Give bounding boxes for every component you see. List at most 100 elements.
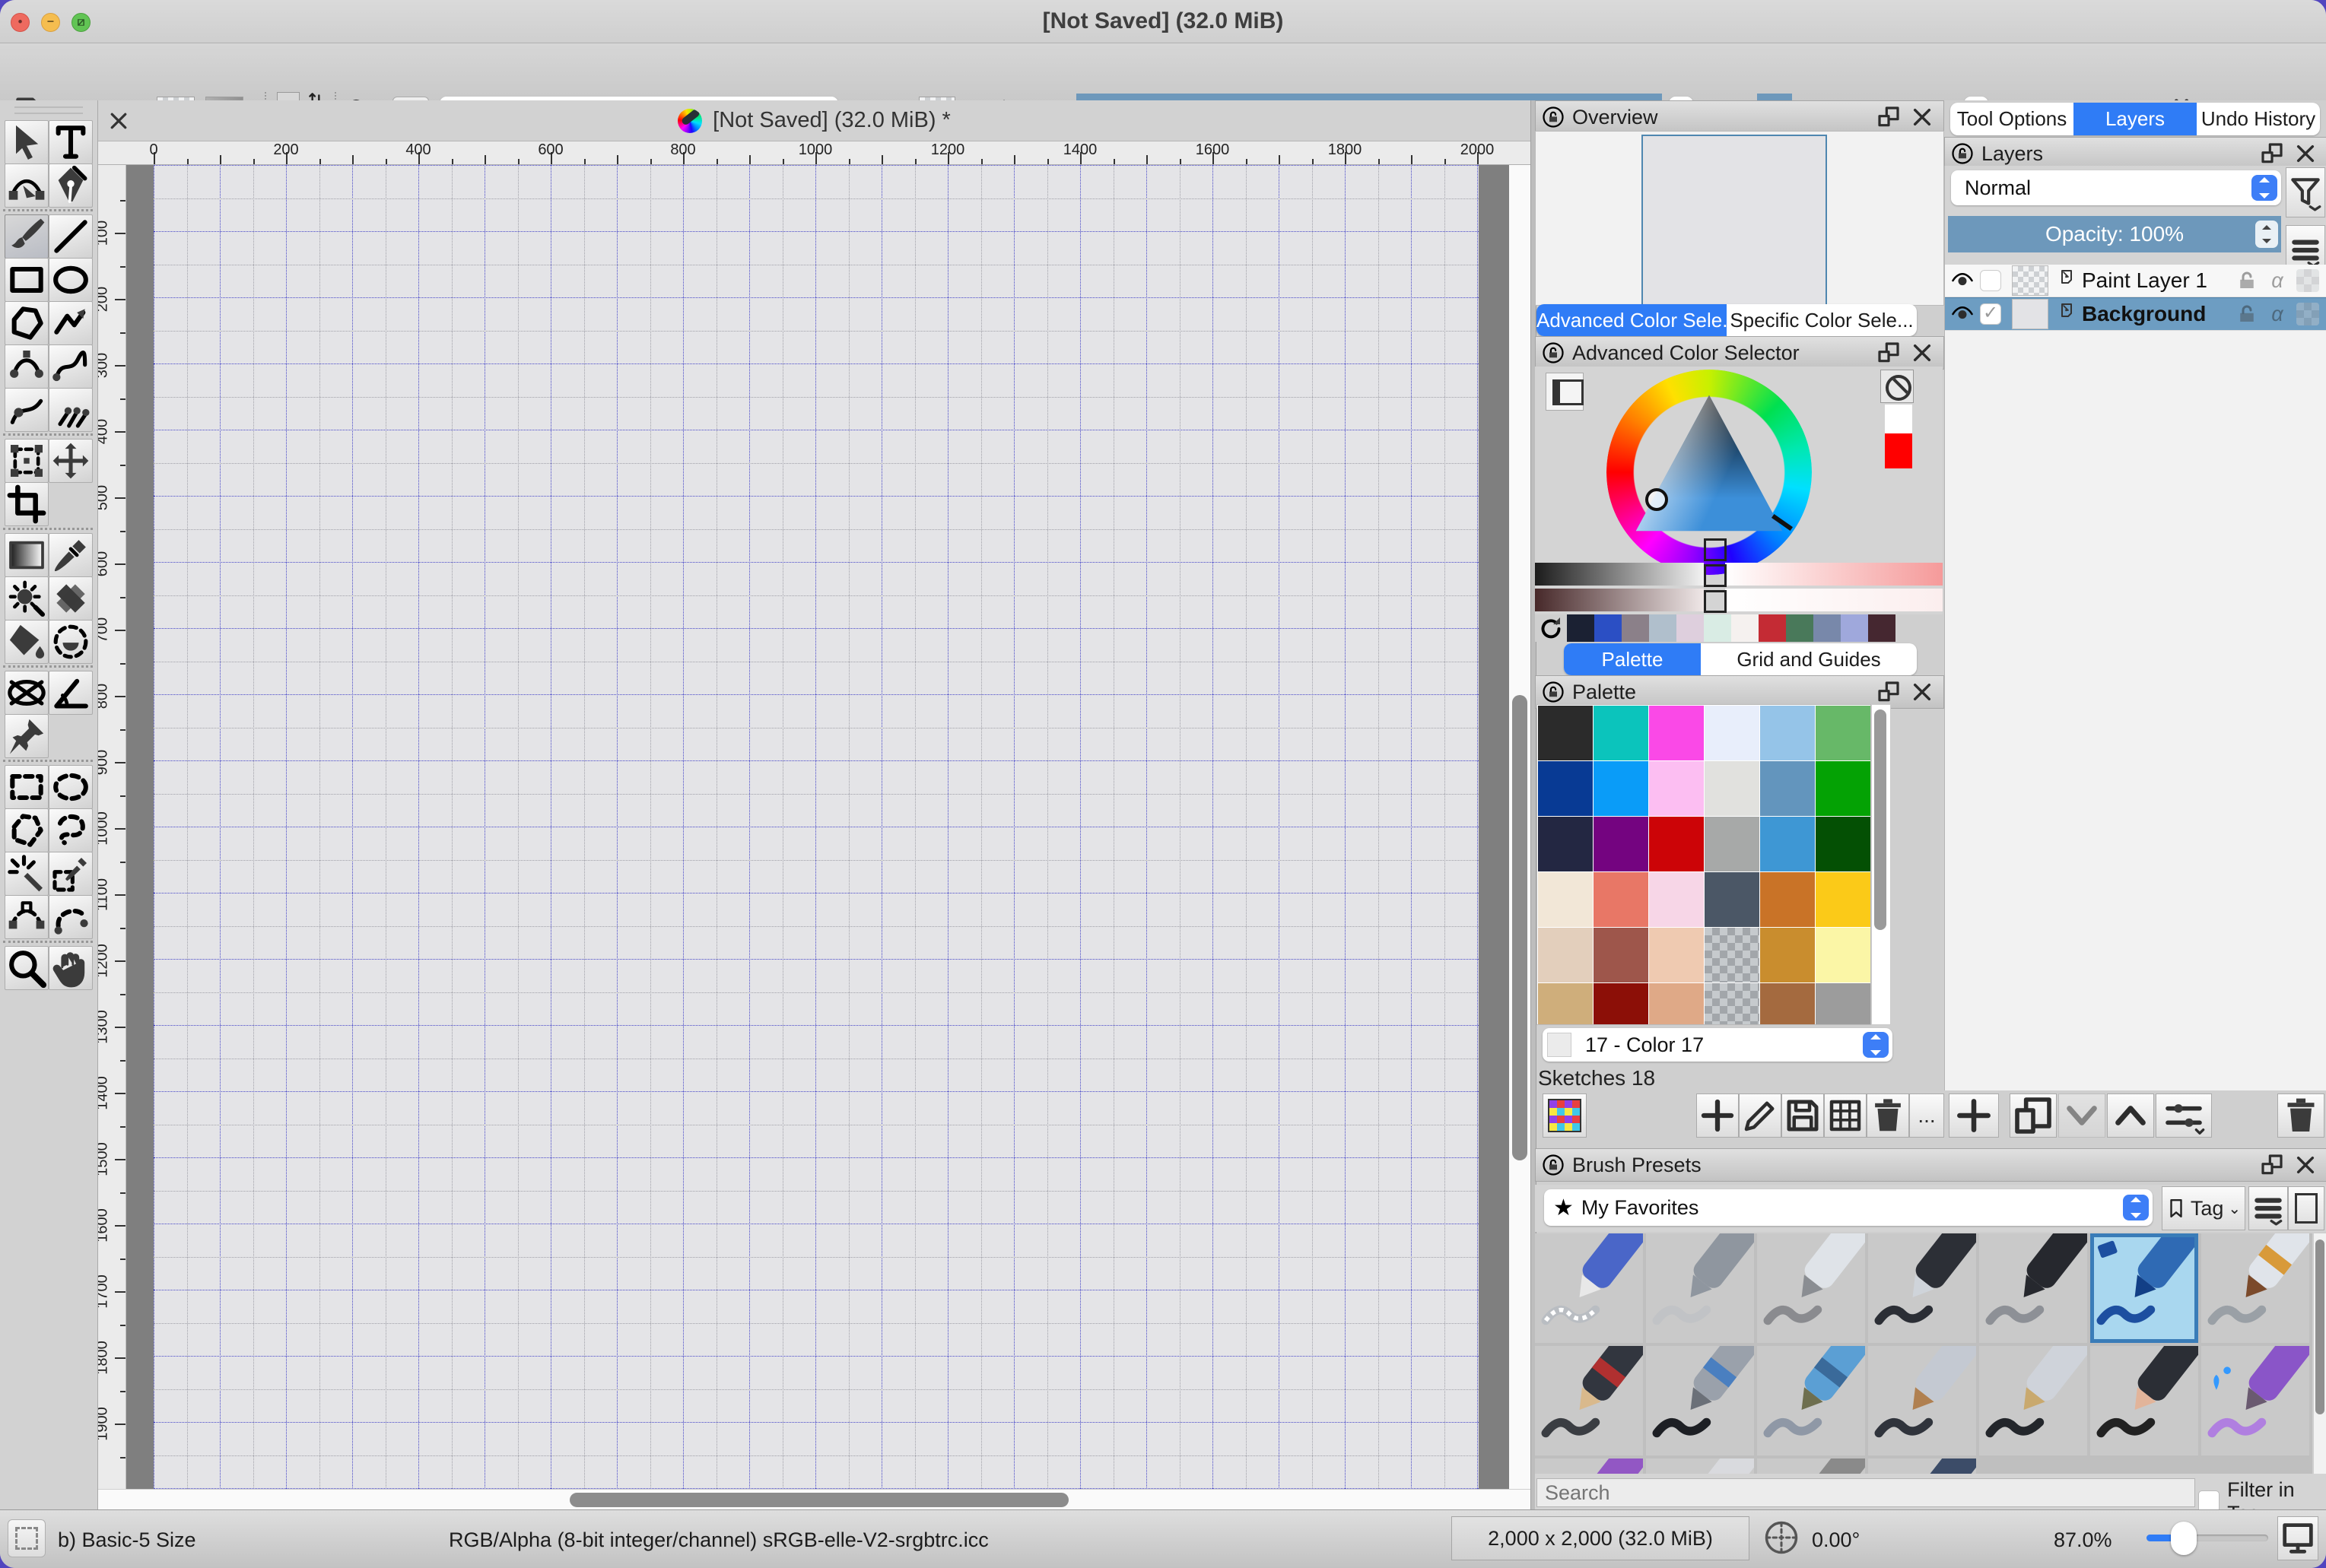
shade-gradient-bar[interactable] — [1535, 589, 1704, 611]
brush-preset-tile[interactable] — [1868, 1458, 1976, 1474]
history-color-swatch[interactable] — [1622, 614, 1649, 642]
layer-lock-icon[interactable] — [2235, 303, 2258, 325]
close-docker-icon[interactable] — [1910, 341, 1934, 365]
layer-blend-mode-dropdown[interactable]: Normal — [1951, 170, 2281, 205]
layer-alpha-icon[interactable]: α — [2266, 269, 2289, 292]
close-docker-icon[interactable] — [2293, 141, 2318, 166]
brush-preset-tile[interactable] — [1535, 1346, 1643, 1455]
palette-swatch[interactable] — [1760, 817, 1815, 871]
history-color-swatch[interactable] — [1704, 614, 1731, 642]
edit-palette-button[interactable] — [1739, 1093, 1781, 1138]
palette-swatch[interactable] — [1649, 872, 1704, 927]
palette-swatch[interactable] — [1816, 817, 1870, 871]
tool-patterns[interactable] — [5, 576, 49, 621]
brush-preset-tile[interactable] — [2090, 1346, 2198, 1455]
palette-swatch[interactable] — [1649, 761, 1704, 816]
layer-opacity-slider[interactable]: Opacity: 100% — [1948, 216, 2281, 252]
tool-similar-color-selection[interactable] — [49, 852, 93, 896]
palette-swatch[interactable] — [1816, 983, 1870, 1025]
brush-preset-tile[interactable] — [1757, 1346, 1865, 1455]
layer-checkbox[interactable] — [1980, 270, 2001, 291]
tool-bezier-curve[interactable] — [5, 344, 49, 389]
gradient-handle[interactable] — [1704, 564, 1727, 587]
palette-swatch[interactable] — [1594, 983, 1648, 1025]
presets-menu-button[interactable] — [2248, 1186, 2288, 1230]
delete-layer-button[interactable] — [2277, 1093, 2324, 1138]
tool-zoom[interactable] — [5, 946, 49, 990]
tint-gradient-bar[interactable] — [1725, 563, 1943, 586]
brush-preset-tile[interactable] — [1535, 1233, 1643, 1343]
palette-grid-button[interactable] — [1824, 1093, 1867, 1138]
save-palette-button[interactable] — [1781, 1093, 1824, 1138]
more-options-button[interactable]: ... — [1909, 1093, 1944, 1138]
tool-multibrush[interactable] — [49, 388, 93, 432]
close-docker-icon[interactable] — [1910, 105, 1934, 129]
palette-swatch[interactable] — [1760, 872, 1815, 927]
palette-swatch[interactable] — [1705, 761, 1759, 816]
history-color-swatch[interactable] — [1649, 614, 1676, 642]
gray-gradient-bar[interactable] — [1535, 563, 1704, 586]
palette-swatch[interactable] — [1649, 817, 1704, 871]
tool-elliptical-selection[interactable] — [49, 765, 93, 809]
tool-line[interactable] — [49, 214, 93, 259]
float-docker-icon[interactable] — [1876, 105, 1901, 129]
tag-button[interactable]: Tag ⌄ — [2162, 1186, 2245, 1230]
brush-preset-tile[interactable] — [1757, 1458, 1865, 1474]
lock-icon[interactable] — [1542, 1154, 1565, 1176]
tool-rectangle[interactable] — [5, 258, 49, 302]
tool-reference-images[interactable] — [5, 714, 49, 758]
tool-color-sampler[interactable] — [49, 533, 93, 577]
brush-preset-tile[interactable] — [2201, 1233, 2309, 1343]
tab-grid-and-guides[interactable]: Grid and Guides — [1701, 643, 1917, 675]
history-color-swatch[interactable] — [1868, 614, 1895, 642]
lock-icon[interactable] — [1542, 681, 1565, 703]
layer-filter-button[interactable] — [2286, 167, 2325, 217]
history-color-swatch[interactable] — [1594, 614, 1622, 642]
palette-color-dropdown[interactable]: 17 - Color 17 — [1543, 1028, 1892, 1062]
brush-preset-tile[interactable] — [1979, 1346, 2087, 1455]
palette-swatch[interactable] — [1816, 761, 1870, 816]
brush-preset-tile[interactable] — [1646, 1346, 1754, 1455]
palette-swatch[interactable] — [1816, 928, 1870, 982]
palette-swatch[interactable] — [1594, 928, 1648, 982]
layer-row-paint-layer-1[interactable]: Paint Layer 1 α — [1945, 265, 2326, 297]
lock-icon[interactable] — [1542, 341, 1565, 364]
choose-palette-button[interactable] — [1543, 1093, 1587, 1138]
tab-tool-options[interactable]: Tool Options — [1950, 103, 2073, 135]
palette-swatch[interactable] — [1705, 817, 1759, 871]
tool-rectangular-selection[interactable] — [5, 765, 49, 809]
tab-undo-history[interactable]: Undo History — [2197, 103, 2320, 135]
close-docker-icon[interactable] — [1910, 680, 1934, 704]
add-swatch-button[interactable] — [1696, 1093, 1739, 1138]
brush-preset-tile[interactable] — [2090, 1233, 2198, 1343]
palette-swatch[interactable] — [1538, 928, 1593, 982]
overview-preview-area[interactable] — [1535, 131, 1944, 306]
palette-swatch[interactable] — [1594, 761, 1648, 816]
brush-preset-tile[interactable] — [1646, 1458, 1754, 1474]
palette-swatch[interactable] — [1538, 872, 1593, 927]
tool-freehand-brush[interactable] — [5, 214, 49, 259]
brush-preset-tile[interactable] — [1868, 1233, 1976, 1343]
canvas-horizontal-scrollbar[interactable] — [98, 1489, 1530, 1510]
color-strip[interactable] — [1885, 405, 1912, 468]
rotation-compass-icon[interactable] — [1762, 1518, 1801, 1557]
history-color-swatch[interactable] — [1676, 614, 1704, 642]
inherit-alpha-icon[interactable] — [2296, 303, 2319, 325]
tool-enclose-and-fill[interactable] — [49, 620, 93, 664]
brush-preset-tile[interactable] — [1757, 1233, 1865, 1343]
tool-select-shapes[interactable] — [5, 120, 49, 164]
palette-swatch[interactable] — [1705, 706, 1759, 760]
inherit-alpha-icon[interactable] — [2296, 269, 2319, 292]
tool-gradient[interactable] — [5, 533, 49, 577]
selector-settings-button[interactable] — [1546, 373, 1584, 411]
tool-smart-patch[interactable] — [49, 576, 93, 621]
gradient-handle[interactable] — [1704, 538, 1727, 561]
palette-swatch[interactable] — [1816, 706, 1870, 760]
zoom-slider-knob[interactable] — [2171, 1522, 2197, 1555]
float-docker-icon[interactable] — [1876, 680, 1901, 704]
search-input[interactable] — [1536, 1478, 2195, 1507]
float-docker-icon[interactable] — [1876, 341, 1901, 365]
canvas[interactable] — [154, 165, 1479, 1489]
presets-detail-view-button[interactable] — [2288, 1186, 2324, 1230]
tool-fill[interactable] — [5, 620, 49, 664]
